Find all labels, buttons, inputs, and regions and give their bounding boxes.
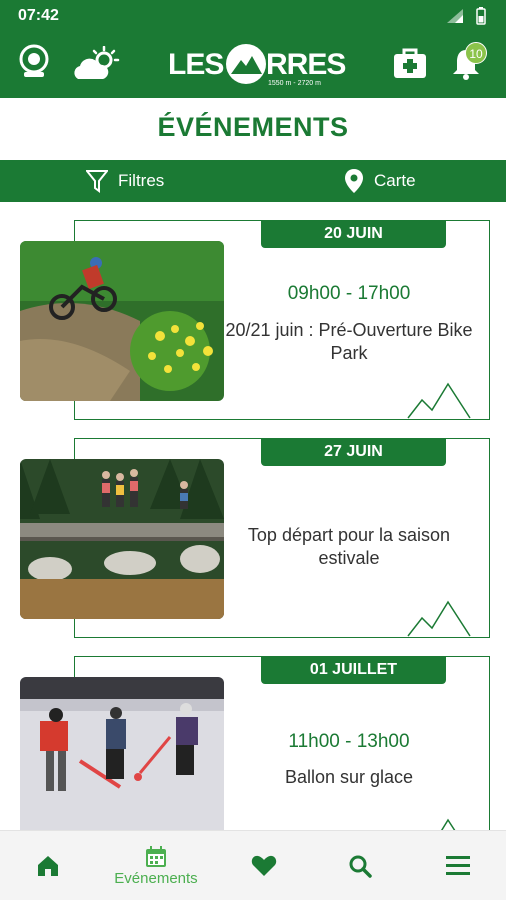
event-date: 01 JUILLET (261, 656, 446, 684)
event-card[interactable]: 01 JUILLET 11h00 - 13h00 Ballon sur glac… (0, 656, 506, 856)
event-title: Top départ pour la saison estivale (247, 525, 451, 568)
webcam-icon[interactable] (18, 44, 50, 82)
notification-badge: 10 (465, 42, 487, 64)
weather-icon[interactable] (72, 46, 120, 82)
first-aid-icon[interactable] (393, 48, 427, 80)
bottom-navigation: Evénements (0, 830, 506, 900)
filter-bar: Filtres Carte (0, 160, 506, 202)
event-title: 20/21 juin : Pré-Ouverture Bike Park (225, 320, 473, 363)
event-date: 20 JUIN (261, 220, 446, 248)
event-time: 11h00 - 13h00 (288, 731, 410, 752)
logo-text-rres: RRES (266, 48, 346, 81)
home-icon (38, 856, 58, 876)
nav-search[interactable] (334, 831, 386, 900)
event-card[interactable]: 27 JUIN Top départ pour la saison estiva… (0, 438, 506, 638)
event-date: 27 JUIN (261, 438, 446, 466)
filter-button[interactable]: Filtres (86, 160, 164, 202)
event-image-ice-ball[interactable] (20, 677, 224, 837)
nav-favorites[interactable] (238, 831, 290, 900)
map-label: Carte (374, 171, 416, 190)
search-icon (349, 855, 372, 878)
app-header: LES RRES 1550 m - 2720 m 10 (0, 32, 506, 98)
logo-altitude: 1550 m - 2720 m (268, 80, 321, 87)
signal-icon (447, 9, 463, 23)
nav-home[interactable] (22, 831, 74, 900)
event-title: Ballon sur glace (284, 767, 414, 787)
status-time: 07:42 (18, 7, 59, 24)
nav-events[interactable]: Evénements (100, 831, 212, 900)
system-icons (446, 7, 486, 25)
filter-icon (86, 170, 108, 193)
menu-icon (446, 856, 470, 875)
filter-label: Filtres (118, 171, 165, 190)
event-card[interactable]: 20 JUIN 09h00 - 17h00 20/21 juin : Pré-O… (0, 220, 506, 420)
heart-icon (251, 855, 277, 876)
logo-text-les: LES (168, 48, 224, 81)
event-image-hikers[interactable] (20, 459, 224, 619)
page-title: ÉVÉNEMENTS (157, 112, 349, 142)
logo-mountain-o (226, 44, 266, 84)
event-time: 09h00 - 17h00 (287, 283, 411, 304)
mountain-decoration-icon (407, 600, 471, 637)
mountain-decoration-icon (407, 382, 471, 419)
les-orres-logo[interactable]: LES RRES 1550 m - 2720 m (168, 42, 346, 88)
calendar-icon (146, 845, 166, 867)
event-image-bike[interactable] (20, 241, 224, 401)
nav-events-label: Evénements (114, 869, 198, 887)
nav-menu[interactable] (432, 831, 484, 900)
map-pin-icon (345, 169, 363, 193)
map-button[interactable]: Carte (344, 160, 416, 202)
battery-icon (476, 7, 486, 25)
status-bar: 07:42 (0, 0, 506, 32)
